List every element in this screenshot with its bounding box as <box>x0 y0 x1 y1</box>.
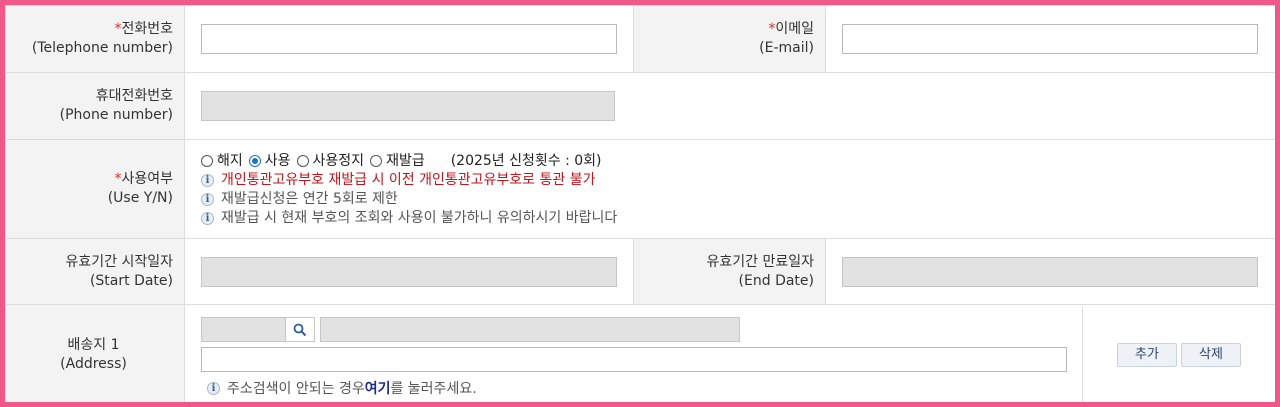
start-date-label-en: (Start Date) <box>89 272 173 289</box>
radio-suspend[interactable] <box>296 154 309 167</box>
radio-reissue-label[interactable]: 재발급 <box>386 151 425 171</box>
address-help-text-end: 를 눌러주세요. <box>390 381 477 397</box>
end-date-label: 유효기간 만료일자 (End Date) <box>633 238 826 305</box>
end-date-label-ko: 유효기간 만료일자 <box>706 253 815 270</box>
start-date-label-ko: 유효기간 시작일자 <box>65 253 174 270</box>
email-label-ko: 이메일 <box>775 21 814 37</box>
form-frame: *전화번호 (Telephone number) *이메일 (E-mail) 휴… <box>5 5 1275 402</box>
notice-reissue-warning: i 개인통관고유부호 재발급 시 이전 개인통관고유부호로 통관 불가 <box>201 171 1259 190</box>
info-icon: i <box>201 192 214 206</box>
row-validity-dates: 유효기간 시작일자 (Start Date) 유효기간 만료일자 (End Da… <box>5 238 1275 305</box>
radio-cancel-label[interactable]: 해지 <box>217 151 243 171</box>
address-help-text: 주소검색이 안되는 경우 <box>227 381 365 397</box>
address-cell: i 주소검색이 안되는 경우 여기 를 눌러주세요. 추가 삭제 <box>184 304 1275 402</box>
notice-text: 재발급신청은 연간 5회로 제한 <box>221 190 398 207</box>
start-date-cell <box>184 238 634 305</box>
telephone-label-en: (Telephone number) <box>31 40 173 56</box>
radio-use[interactable] <box>248 154 261 167</box>
info-icon: i <box>201 211 214 225</box>
row-telephone-email: *전화번호 (Telephone number) *이메일 (E-mail) <box>5 5 1275 73</box>
row-use-yn: *사용여부 (Use Y/N) 해지 사용 사용정지 재발급 (2025년 신청… <box>5 139 1275 239</box>
email-label-en: (E-mail) <box>759 40 814 56</box>
use-yn-label-ko: 사용여부 <box>121 171 173 187</box>
notice-text: 개인통관고유부호 재발급 시 이전 개인통관고유부호로 통관 불가 <box>221 171 596 188</box>
address-label-en: (Address) <box>60 355 127 372</box>
radio-use-label[interactable]: 사용 <box>265 151 291 171</box>
telephone-input[interactable] <box>201 24 617 54</box>
email-label: *이메일 (E-mail) <box>633 5 826 73</box>
telephone-label-ko: 전화번호 <box>121 21 173 37</box>
mobile-label-ko: 휴대전화번호 <box>95 88 173 104</box>
radio-reissue[interactable] <box>370 154 383 167</box>
address-label-ko: 배송지 1 <box>67 336 120 353</box>
notice-reissue-caution: i 재발급 시 현재 부호의 조회와 사용이 불가하니 유의하시기 바랍니다 <box>201 209 1259 228</box>
notice-text: 재발급 시 현재 부호의 조회와 사용이 불가하니 유의하시기 바랍니다 <box>221 209 618 226</box>
radio-suspend-label[interactable]: 사용정지 <box>313 151 365 171</box>
reissue-count-text: (2025년 신청횟수 : 0회) <box>450 152 602 169</box>
customs-info-form: *전화번호 (Telephone number) *이메일 (E-mail) 휴… <box>5 5 1275 402</box>
add-address-button[interactable]: 추가 <box>1117 342 1177 367</box>
row-mobile: 휴대전화번호 (Phone number) <box>5 72 1275 140</box>
address-inputs: i 주소검색이 안되는 경우 여기 를 눌러주세요. <box>185 307 1083 402</box>
telephone-label: *전화번호 (Telephone number) <box>5 5 185 73</box>
notice-reissue-limit: i 재발급신청은 연간 5회로 제한 <box>201 190 1259 209</box>
mobile-label: 휴대전화번호 (Phone number) <box>5 72 185 140</box>
start-date-input <box>201 256 617 287</box>
row-address: 배송지 1 (Address) i 주소검색이 안되는 경우 여기 를 눌러주세… <box>5 304 1275 402</box>
end-date-label-en: (End Date) <box>738 272 814 289</box>
end-date-input <box>842 256 1258 287</box>
mobile-input <box>201 91 615 121</box>
address-help: i 주소검색이 안되는 경우 여기 를 눌러주세요. <box>201 378 1082 398</box>
use-yn-cell: 해지 사용 사용정지 재발급 (2025년 신청횟수 : 0회) i 개인통관고… <box>184 139 1275 239</box>
search-icon <box>293 323 307 336</box>
radio-cancel[interactable] <box>201 154 213 167</box>
info-icon: i <box>207 381 220 395</box>
address-help-link[interactable]: 여기 <box>365 378 391 398</box>
use-yn-label: *사용여부 (Use Y/N) <box>5 139 185 239</box>
start-date-label: 유효기간 시작일자 (Start Date) <box>5 238 185 305</box>
email-cell <box>825 5 1275 73</box>
address-search-button[interactable] <box>286 317 315 342</box>
mobile-cell <box>184 72 1275 140</box>
mobile-label-en: (Phone number) <box>59 107 173 123</box>
zipcode-input <box>201 317 286 342</box>
delete-address-button[interactable]: 삭제 <box>1181 342 1241 367</box>
use-yn-label-en: (Use Y/N) <box>107 190 173 206</box>
address-search-row <box>201 317 1082 342</box>
address-label: 배송지 1 (Address) <box>5 304 185 402</box>
address-line1-input <box>320 317 740 342</box>
end-date-cell <box>825 238 1275 305</box>
address-actions: 추가 삭제 <box>1083 307 1275 402</box>
info-icon: i <box>201 173 214 187</box>
email-input[interactable] <box>842 24 1258 54</box>
telephone-cell <box>184 5 634 73</box>
address-detail-input[interactable] <box>201 347 1067 372</box>
use-yn-radio-group: 해지 사용 사용정지 재발급 (2025년 신청횟수 : 0회) <box>201 151 1259 171</box>
